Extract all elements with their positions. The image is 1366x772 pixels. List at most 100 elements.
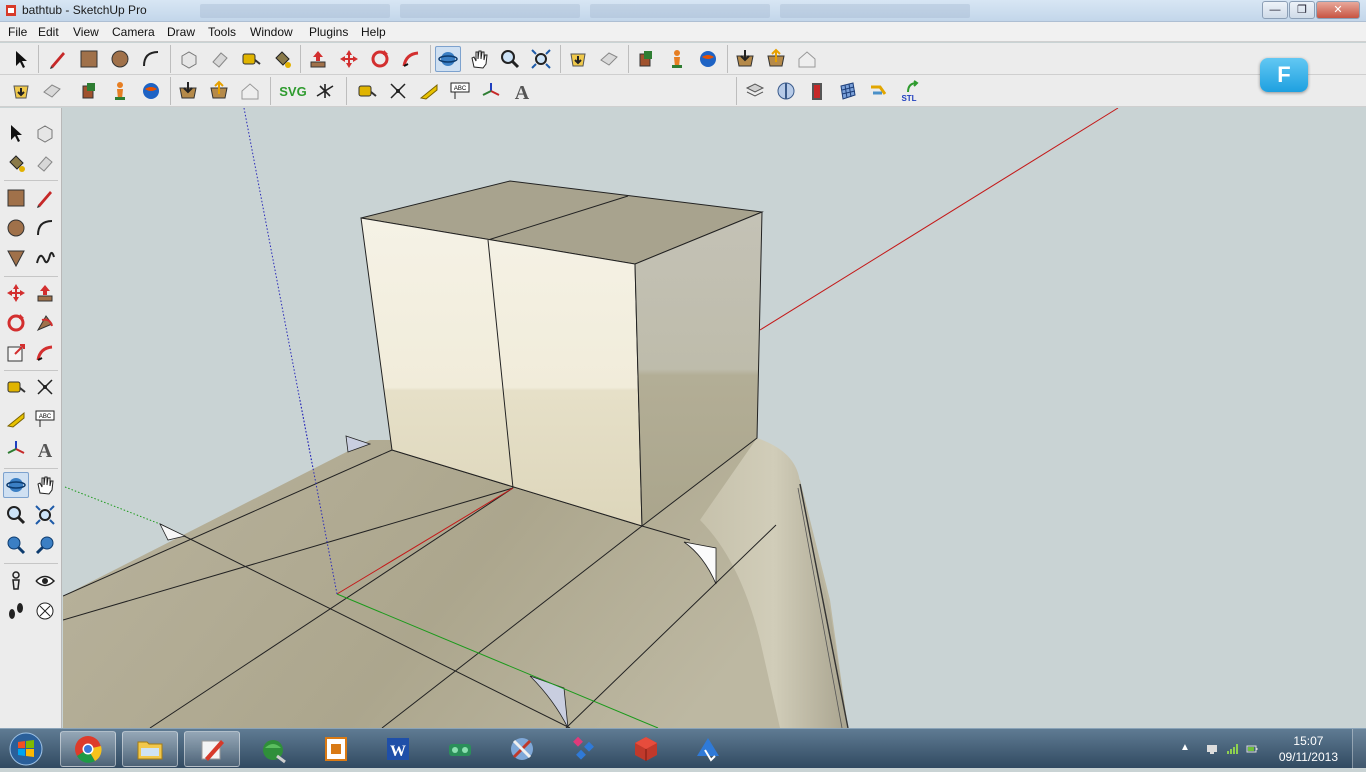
add-location-button[interactable]: [664, 46, 690, 72]
section-plane-button[interactable]: [773, 78, 799, 104]
show-desktop-button[interactable]: [1352, 729, 1366, 769]
follow-me-button[interactable]: [398, 46, 424, 72]
follow-me-left[interactable]: [32, 310, 58, 336]
f-plugin-badge[interactable]: F: [1260, 58, 1308, 92]
weld-plugin-button[interactable]: [866, 78, 892, 104]
push-pull-button[interactable]: [305, 46, 331, 72]
zoom-tool-button[interactable]: [497, 46, 523, 72]
menu-tools[interactable]: Tools: [208, 25, 236, 39]
zoom-extents-button[interactable]: [528, 46, 554, 72]
axes-left[interactable]: [3, 436, 29, 462]
get-models-button[interactable]: [565, 46, 591, 72]
import-button[interactable]: [732, 46, 758, 72]
freehand-left[interactable]: [32, 245, 58, 271]
minimize-button[interactable]: —: [1262, 1, 1288, 19]
menu-file[interactable]: File: [8, 25, 27, 39]
menu-camera[interactable]: Camera: [112, 25, 155, 39]
taskbar-presentation[interactable]: [308, 731, 364, 767]
menu-plugins[interactable]: Plugins: [309, 25, 348, 39]
3d-text-button[interactable]: A: [509, 78, 535, 104]
rotate-left[interactable]: [3, 310, 29, 336]
menu-window[interactable]: Window: [250, 25, 293, 39]
paint-bucket-button[interactable]: [269, 46, 295, 72]
taskbar-clock[interactable]: 15:07 09/11/2013: [1279, 733, 1338, 765]
scene-canvas[interactable]: [63, 108, 1366, 728]
svg-export-button[interactable]: SVG: [276, 78, 310, 104]
taskbar-app-blue[interactable]: [494, 731, 550, 767]
taskbar-app-green[interactable]: [432, 731, 488, 767]
menu-help[interactable]: Help: [361, 25, 386, 39]
look-around-left[interactable]: [32, 568, 58, 594]
make-component-left[interactable]: [32, 120, 58, 146]
polygon-left[interactable]: [3, 245, 29, 271]
export-2-button[interactable]: [206, 78, 232, 104]
orbit-tool-button[interactable]: [435, 46, 461, 72]
section-left[interactable]: [32, 598, 58, 624]
start-button[interactable]: [4, 731, 48, 767]
dimension-left[interactable]: [32, 374, 58, 400]
tape-measure-left[interactable]: [3, 374, 29, 400]
solid-tools-button[interactable]: [742, 78, 768, 104]
eraser-tool-button[interactable]: [207, 46, 233, 72]
taskbar-sketchup[interactable]: [184, 731, 240, 767]
menu-edit[interactable]: Edit: [38, 25, 59, 39]
dimension-button[interactable]: [385, 78, 411, 104]
warehouse-2-button[interactable]: [237, 78, 263, 104]
push-pull-left[interactable]: [32, 280, 58, 306]
add-location-2-button[interactable]: [107, 78, 133, 104]
taskbar-app-gems[interactable]: [556, 731, 612, 767]
network-icon[interactable]: [1206, 743, 1218, 755]
rectangle-tool-button[interactable]: [76, 46, 102, 72]
text-tool-button[interactable]: ABC: [447, 78, 473, 104]
arc-left[interactable]: [32, 215, 58, 241]
axes-tool-button[interactable]: [478, 78, 504, 104]
google-earth-2-button[interactable]: [138, 78, 164, 104]
maximize-button[interactable]: ❐: [1289, 1, 1315, 19]
protractor-left[interactable]: [3, 406, 29, 432]
show-hidden-icons[interactable]: ▲: [1180, 742, 1192, 754]
text-left[interactable]: ABC: [32, 406, 58, 432]
menu-view[interactable]: View: [73, 25, 99, 39]
eraser-left[interactable]: [32, 150, 58, 176]
line-tool-button[interactable]: [45, 46, 71, 72]
rectangle-left[interactable]: [3, 185, 29, 211]
menu-draw[interactable]: Draw: [167, 25, 195, 39]
pan-left[interactable]: [32, 472, 58, 498]
3d-text-left[interactable]: A: [32, 436, 58, 462]
arc-tool-button[interactable]: [138, 46, 164, 72]
export-button[interactable]: [763, 46, 789, 72]
components-browser-button[interactable]: [633, 46, 659, 72]
pan-tool-button[interactable]: [466, 46, 492, 72]
paint-bucket-left[interactable]: [3, 150, 29, 176]
stl-export-button[interactable]: STL: [897, 78, 923, 104]
rotate-tool-button[interactable]: [367, 46, 393, 72]
select-tool-button[interactable]: [8, 46, 34, 72]
move-tool-button[interactable]: [336, 46, 362, 72]
battery-icon[interactable]: [1246, 743, 1258, 755]
share-model-button[interactable]: [596, 46, 622, 72]
signal-bars-icon[interactable]: [1226, 743, 1238, 755]
scale-left[interactable]: [3, 340, 29, 366]
mosquito-plugin-button[interactable]: [312, 78, 338, 104]
zoom-left[interactable]: [3, 502, 29, 528]
taskbar-app-arrow[interactable]: [680, 731, 736, 767]
share-model-2-button[interactable]: [39, 78, 65, 104]
taskbar-explorer[interactable]: [122, 731, 178, 767]
next-view-left[interactable]: [32, 532, 58, 558]
door-plugin-button[interactable]: [804, 78, 830, 104]
orbit-left[interactable]: [3, 472, 29, 498]
warehouse-button[interactable]: [794, 46, 820, 72]
make-component-button[interactable]: [176, 46, 202, 72]
components-2-button[interactable]: [76, 78, 102, 104]
taskbar-word[interactable]: W: [370, 731, 426, 767]
get-models-2-button[interactable]: [8, 78, 34, 104]
taskbar-chrome[interactable]: [60, 731, 116, 767]
previous-view-left[interactable]: [3, 532, 29, 558]
walk-left[interactable]: [3, 598, 29, 624]
grid-plugin-button[interactable]: [835, 78, 861, 104]
move-left[interactable]: [3, 280, 29, 306]
circle-tool-button[interactable]: [107, 46, 133, 72]
position-camera-left[interactable]: [3, 568, 29, 594]
circle-left[interactable]: [3, 215, 29, 241]
google-earth-button[interactable]: [695, 46, 721, 72]
